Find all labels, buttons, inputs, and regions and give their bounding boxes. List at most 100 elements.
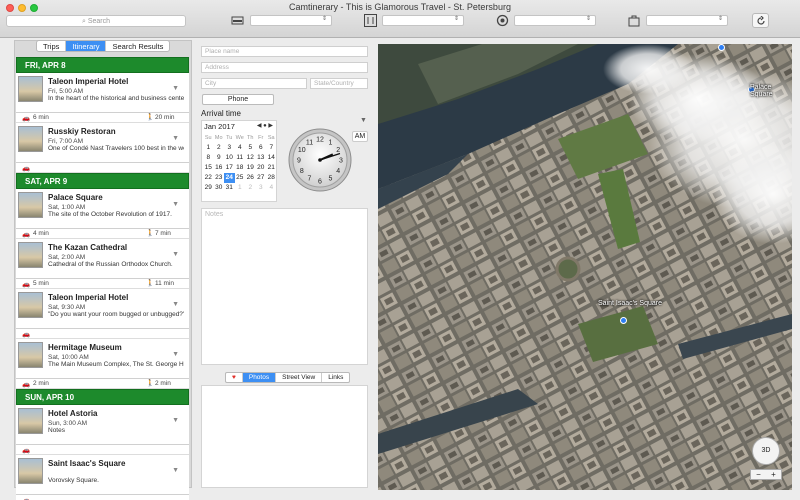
calendar-day[interactable]: 16 xyxy=(214,163,225,173)
refresh-button[interactable] xyxy=(752,13,769,28)
calendar-day[interactable]: 7 xyxy=(266,143,277,153)
tab-itinerary[interactable]: Itinerary xyxy=(66,41,107,51)
itinerary-item[interactable]: Russkiy Restoran Fri, 7:00 AM One of Con… xyxy=(16,123,189,163)
calendar-nav[interactable]: ◀ ● ▶ xyxy=(257,122,273,129)
satellite-map[interactable]: Palace Square Saint Isaac's Square xyxy=(378,44,792,490)
calendar-day[interactable]: 11 xyxy=(235,153,246,163)
shopping-icon[interactable] xyxy=(626,13,641,28)
date-picker[interactable]: Jan 2017 ◀ ● ▶ Su Mo Tu We Th Fr Sa 1 2 3 4 5 6 7 8 9 10… xyxy=(201,120,277,202)
calendar-day[interactable]: 29 xyxy=(203,183,214,193)
chevron-updown-icon: ⇕ xyxy=(453,16,459,22)
clock-icon[interactable]: 1234567891011 12 xyxy=(288,128,352,192)
tab-trips[interactable]: Trips xyxy=(37,41,67,51)
chevron-down-icon[interactable]: ▼ xyxy=(172,251,179,258)
address-field[interactable]: Address xyxy=(201,62,368,73)
calendar-day[interactable]: 10 xyxy=(224,153,235,163)
tab-search-results[interactable]: Search Results xyxy=(106,41,169,51)
calendar-day[interactable]: 26 xyxy=(245,173,256,183)
weekday-label: Mo xyxy=(214,135,223,141)
restaurant-dropdown[interactable]: ⇕ xyxy=(382,15,464,26)
chevron-down-icon[interactable]: ▼ xyxy=(172,351,179,358)
walk-time: 11 min xyxy=(155,280,175,287)
map-pin[interactable] xyxy=(718,44,725,51)
calendar-day[interactable]: 2 xyxy=(214,143,225,153)
calendar-day[interactable]: 4 xyxy=(235,143,246,153)
media-panel xyxy=(201,385,368,488)
attraction-dropdown[interactable]: ⇕ xyxy=(514,15,596,26)
compass-3d-button[interactable]: 3D xyxy=(752,437,780,465)
chevron-updown-icon: ⇕ xyxy=(585,16,591,22)
weekday-label: Sa xyxy=(267,135,275,141)
calendar-day[interactable]: 8 xyxy=(203,153,214,163)
calendar-day[interactable]: 20 xyxy=(256,163,267,173)
calendar-day[interactable]: 21 xyxy=(266,163,277,173)
calendar-day[interactable]: 18 xyxy=(235,163,246,173)
itinerary-item[interactable]: Taleon Imperial Hotel Fri, 5:00 AM In th… xyxy=(16,73,189,113)
calendar-day[interactable]: 25 xyxy=(235,173,246,183)
chevron-down-icon[interactable]: ▼ xyxy=(360,117,367,124)
itinerary-item[interactable]: Palace Square Sat, 1:00 AM The site of t… xyxy=(16,189,189,229)
calendar-day[interactable]: 1 xyxy=(235,183,246,193)
calendar-day[interactable]: 22 xyxy=(203,173,214,183)
calendar-day[interactable]: 30 xyxy=(214,183,225,193)
place-name-field[interactable]: Place name xyxy=(201,46,368,57)
itinerary-item[interactable]: The Kazan Cathedral Sat, 2:00 AM Cathedr… xyxy=(16,239,189,279)
item-time: Sat, 1:00 AM xyxy=(48,204,86,211)
calendar-day[interactable]: 9 xyxy=(214,153,225,163)
calendar-day[interactable]: 23 xyxy=(214,173,225,183)
calendar-day[interactable]: 24 xyxy=(224,173,235,183)
drive-time: 6 min xyxy=(33,114,49,121)
calendar-day[interactable]: 17 xyxy=(224,163,235,173)
calendar-day[interactable]: 2 xyxy=(245,183,256,193)
hotel-dropdown[interactable]: ⇕ xyxy=(250,15,332,26)
view-tabs: Trips Itinerary Search Results xyxy=(36,40,171,52)
calendar-day[interactable]: 3 xyxy=(256,183,267,193)
chevron-down-icon[interactable]: ▼ xyxy=(172,135,179,142)
calendar-day[interactable]: 6 xyxy=(256,143,267,153)
place-thumbnail xyxy=(18,458,43,484)
calendar-day[interactable]: 4 xyxy=(266,183,277,193)
calendar-day[interactable]: 27 xyxy=(256,173,267,183)
tab-photos[interactable]: Photos xyxy=(242,373,277,382)
calendar-day[interactable]: 5 xyxy=(245,143,256,153)
state-country-field[interactable]: State/Country xyxy=(310,78,368,89)
zoom-in-button[interactable]: + xyxy=(766,470,781,479)
item-name: Palace Square xyxy=(48,193,103,202)
calendar-day[interactable]: 3 xyxy=(224,143,235,153)
calendar-day[interactable]: 31 xyxy=(224,183,235,193)
chevron-down-icon[interactable]: ▼ xyxy=(172,85,179,92)
chevron-down-icon[interactable]: ▼ xyxy=(172,467,179,474)
calendar-day[interactable]: 28 xyxy=(266,173,277,183)
hotel-icon[interactable] xyxy=(230,13,245,28)
tab-street-view[interactable]: Street View xyxy=(276,373,323,382)
chevron-down-icon[interactable]: ▼ xyxy=(172,417,179,424)
itinerary-item[interactable]: Hotel Astoria Sun, 3:00 AM Notes ▼ xyxy=(16,405,189,445)
itinerary-item[interactable]: Taleon Imperial Hotel Sat, 9:30 AM "Do y… xyxy=(16,289,189,329)
shopping-dropdown[interactable]: ⇕ xyxy=(646,15,728,26)
place-thumbnail xyxy=(18,126,43,152)
calendar-day[interactable]: 19 xyxy=(245,163,256,173)
am-pm-toggle[interactable]: AM xyxy=(352,131,368,142)
phone-button[interactable]: Phone xyxy=(202,94,274,105)
notes-field[interactable]: Notes xyxy=(201,208,368,365)
restaurant-icon[interactable] xyxy=(363,13,378,28)
calendar-day[interactable]: 14 xyxy=(266,153,277,163)
itinerary-item[interactable]: Hermitage Museum Sat, 10:00 AM The Main … xyxy=(16,339,189,379)
attraction-icon[interactable] xyxy=(495,13,510,28)
chevron-down-icon[interactable]: ▼ xyxy=(172,301,179,308)
search-input[interactable]: ⌕ Search xyxy=(6,15,186,27)
car-icon: 🚗 xyxy=(22,165,31,172)
calendar-day[interactable]: 15 xyxy=(203,163,214,173)
calendar-day[interactable]: 12 xyxy=(245,153,256,163)
city-field[interactable]: City xyxy=(201,78,307,89)
chevron-down-icon[interactable]: ▼ xyxy=(172,201,179,208)
heart-icon[interactable]: ♥ xyxy=(226,373,243,382)
item-time: Fri, 7:00 AM xyxy=(48,138,84,145)
calendar-day[interactable]: 13 xyxy=(256,153,267,163)
calendar-day[interactable]: 1 xyxy=(203,143,214,153)
map-pin-saint-isaacs[interactable] xyxy=(620,317,627,324)
zoom-out-button[interactable]: − xyxy=(751,470,766,479)
itinerary-item[interactable]: Saint Isaac's Square Vorovsky Square. ▼ xyxy=(16,455,189,495)
tab-links[interactable]: Links xyxy=(322,373,349,382)
clock-numeral: 10 xyxy=(298,147,306,154)
